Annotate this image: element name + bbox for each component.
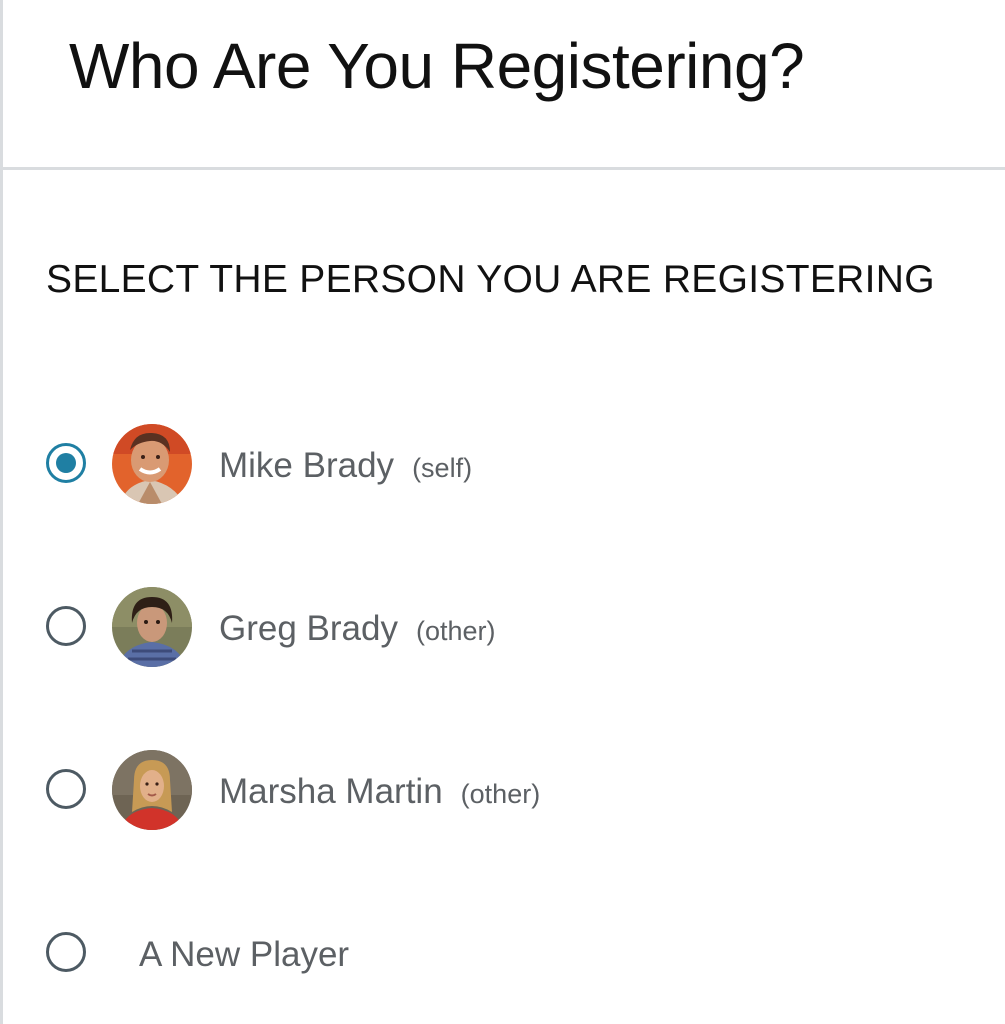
person-name-text: Marsha Martin	[219, 772, 443, 811]
radio-button-selected[interactable]	[46, 443, 86, 483]
registration-panel: Who Are You Registering? SELECT THE PERS…	[0, 0, 1005, 1024]
page-header: Who Are You Registering?	[3, 0, 1005, 170]
person-relation-tag: (self)	[412, 453, 473, 483]
person-name-text: Mike Brady	[219, 446, 395, 485]
avatar	[112, 587, 192, 667]
person-option-new-player[interactable]: A New Player	[46, 913, 946, 997]
radio-button[interactable]	[46, 769, 86, 809]
person-option-greg-brady[interactable]: Greg Brady (other)	[46, 587, 946, 671]
radio-button[interactable]	[46, 606, 86, 646]
person-photo-icon	[112, 424, 192, 504]
person-name: Marsha Martin (other)	[219, 769, 540, 817]
person-name: A New Player	[139, 932, 349, 978]
person-photo-icon	[112, 587, 192, 667]
avatar	[112, 750, 192, 830]
page-title: Who Are You Registering?	[69, 30, 805, 102]
person-relation-tag: (other)	[415, 616, 496, 646]
person-name: Mike Brady (self)	[219, 443, 472, 491]
person-option-mike-brady[interactable]: Mike Brady (self)	[46, 424, 946, 508]
person-photo-icon	[112, 750, 192, 830]
person-name-text: A New Player	[139, 935, 350, 974]
avatar	[112, 424, 192, 504]
person-name: Greg Brady (other)	[219, 606, 496, 654]
person-name-text: Greg Brady	[219, 609, 398, 648]
section-title: SELECT THE PERSON YOU ARE REGISTERING	[46, 258, 935, 301]
radio-button[interactable]	[46, 932, 86, 972]
person-option-marsha-martin[interactable]: Marsha Martin (other)	[46, 750, 946, 834]
person-relation-tag: (other)	[460, 779, 541, 809]
